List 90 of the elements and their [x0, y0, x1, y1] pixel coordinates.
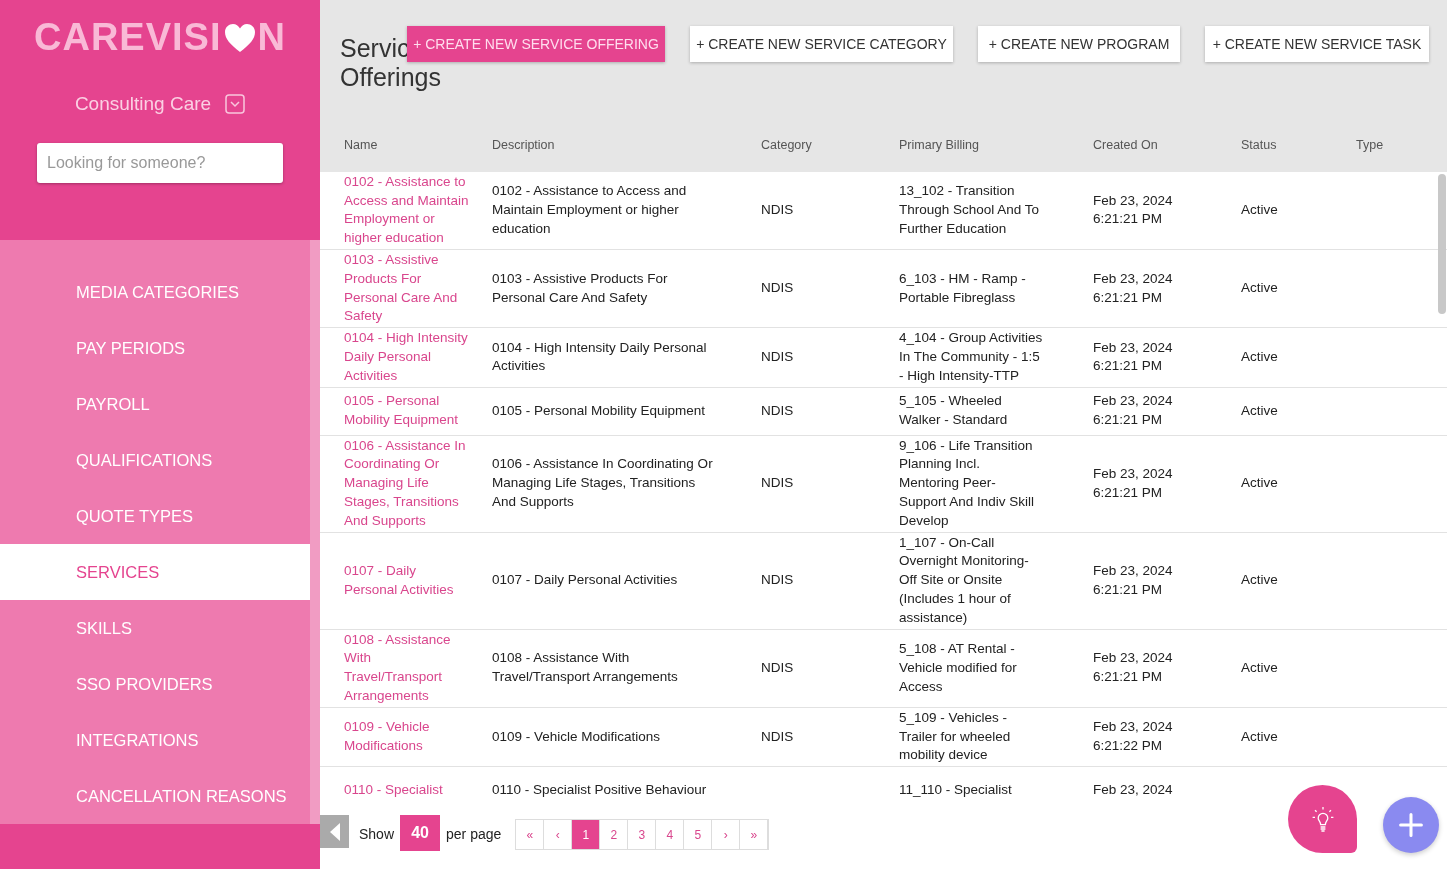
table-cell-text: Active — [1241, 474, 1279, 493]
nav-item[interactable]: CANCELLATION REASONS — [0, 768, 310, 824]
create-button[interactable]: + CREATE NEW SERVICE CATEGORY — [690, 26, 953, 62]
table-cell-text: 6_103 - HM - Ramp - Portable Fibreglass — [899, 269, 1027, 307]
column-header[interactable]: Primary Billing — [899, 137, 979, 152]
table-cell-text: Feb 23, 2024 6:21:22 PM — [1093, 718, 1174, 755]
service-link[interactable]: 0107 - Daily Personal Activities — [344, 561, 470, 600]
per-page-label: per page — [446, 826, 502, 843]
table-cell-text: Feb 23, 2024 6:21:21 PM — [1093, 392, 1174, 430]
column-header[interactable]: Category — [761, 137, 812, 152]
table-cell-text: NDIS — [761, 727, 795, 746]
scrollbar[interactable] — [1438, 173, 1446, 314]
show-label: Show — [359, 826, 395, 843]
nav-item[interactable]: SKILLS — [0, 600, 310, 656]
create-button[interactable]: + CREATE NEW SERVICE TASK — [1205, 26, 1429, 62]
table-cell-text: NDIS — [761, 658, 795, 677]
service-link[interactable]: 0109 - Vehicle Modifications — [344, 718, 470, 756]
page-title: Offerings — [340, 63, 441, 92]
table-cell-text: Feb 23, 2024 6:21:21 PM — [1093, 269, 1174, 307]
table-cell-text: Active — [1241, 279, 1279, 298]
table-cell-text: Active — [1241, 347, 1279, 366]
table-cell-text: 0107 - Daily Personal Activities — [492, 571, 679, 590]
logo-text: N — [257, 16, 286, 59]
create-button[interactable]: + CREATE NEW PROGRAM — [978, 26, 1180, 62]
nav-item[interactable]: PAYROLL — [0, 376, 310, 432]
table-cell-text: NDIS — [761, 401, 795, 420]
nav-item[interactable]: QUALIFICATIONS — [0, 432, 310, 488]
table-cell-text: Feb 23, 2024 — [1093, 781, 1174, 800]
plus-icon — [1398, 812, 1424, 838]
table-cell-text: Feb 23, 2024 6:21:21 PM — [1093, 649, 1174, 687]
table-cell-text: Active — [1241, 401, 1279, 420]
table-cell-text: 0110 - Specialist Positive Behaviour — [492, 781, 708, 800]
table-cell-text: 1_107 - On-Call Overnight Monitoring-Off Site or Onsite (Includes 1 hour of assistance) — [899, 533, 1030, 627]
table-cell-text: 0105 - Personal Mobility Equipment — [492, 401, 707, 420]
table-cell-text: Active — [1241, 201, 1279, 219]
table-cell-text: NDIS — [761, 571, 795, 590]
organisation-name: Consulting Care — [74, 93, 212, 115]
table-cell-text: Feb 23, 2024 6:21:21 PM — [1093, 338, 1174, 376]
table-cell-text: 5_109 - Vehicles - Trailer for wheeled mobility device — [899, 708, 1012, 765]
table-cell-text: NDIS — [761, 474, 795, 493]
logo-text: CAREVISI — [34, 16, 222, 59]
table-cell-text: Feb 23, 2024 6:21:21 PM — [1093, 191, 1174, 229]
nav-item[interactable]: MEDIA CATEGORIES — [0, 264, 310, 320]
table-cell-text: 11_110 - Specialist — [899, 781, 1013, 800]
table-cell-text: 0108 - Assistance With Travel/Transport Arrangements — [492, 649, 679, 687]
service-link[interactable]: 0102 - Assistance to Access and Maintain Employment or higher education — [344, 172, 470, 248]
nav-item[interactable]: INTEGRATIONS — [0, 712, 310, 768]
nav-item[interactable]: SSO PROVIDERS — [0, 656, 310, 712]
table-cell-text: 13_102 - Transition Through School And To Further Education — [899, 182, 1041, 238]
table-cell-text: Active — [1241, 658, 1279, 677]
service-link[interactable]: 0105 - Personal Mobility Equipment — [344, 392, 470, 430]
table-cell-text: 4_104 - Group Activities In The Community - 1:5 - High Intensity-TTP — [899, 329, 1043, 385]
service-link[interactable]: 0106 - Assistance In Coordinating Or Managing Life Stages, Transitions And Supports — [344, 436, 470, 531]
table-cell-text: NDIS — [761, 279, 795, 298]
service-link[interactable]: 0104 - High Intensity Daily Personal Activities — [344, 329, 470, 386]
service-link[interactable]: 0110 - Specialist — [344, 781, 470, 800]
table-cell-text: 0109 - Vehicle Modifications — [492, 727, 662, 746]
page-title: Servic — [340, 34, 410, 63]
triangle-left-icon — [328, 821, 341, 842]
service-link[interactable]: 0103 - Assistive Products For Personal Care And Safety — [344, 251, 470, 327]
nav-item[interactable]: QUOTE TYPES — [0, 488, 310, 544]
heart-icon — [222, 22, 257, 53]
nav-item[interactable]: SERVICES — [0, 544, 310, 600]
column-header[interactable]: Status — [1241, 137, 1277, 152]
chevron-down-icon[interactable] — [225, 94, 246, 114]
table-cell-text: 0106 - Assistance In Coordinating Or Managing Life Stages, Transitions And Supports — [492, 455, 714, 511]
table-cell-text: Feb 23, 2024 6:21:21 PM — [1093, 561, 1174, 599]
table-cell-text: Feb 23, 2024 6:21:21 PM — [1093, 464, 1174, 502]
table-cell-text: 9_106 - Life Transition Planning Incl. Mentoring Peer-Support And Indiv Skill Develop — [899, 436, 1036, 530]
nav-item[interactable]: PAY PERIODS — [0, 320, 310, 376]
table-cell-text: 5_108 - AT Rental - Vehicle modified for Access — [899, 639, 1018, 696]
table-cell-text: 0103 - Assistive Products For Personal Care And Safety — [492, 269, 669, 307]
create-button[interactable]: + CREATE NEW SERVICE OFFERING — [407, 26, 665, 62]
scrollbar[interactable] — [310, 240, 320, 824]
per-page-select[interactable]: 40 — [400, 815, 441, 852]
table-cell-text: Active — [1241, 571, 1279, 590]
table-cell-text: 0102 - Assistance to Access and Maintain Employment or higher education — [492, 182, 688, 238]
table-cell-text: 5_105 - Wheeled Walker - Standard — [899, 392, 1009, 430]
column-header[interactable]: Created On — [1093, 137, 1158, 152]
search-field[interactable]: Looking for someone? — [37, 143, 283, 183]
table-cell-text: NDIS — [761, 201, 795, 219]
table-cell-text: 0104 - High Intensity Daily Personal Activities — [492, 338, 708, 376]
collapse-sidebar-button[interactable] — [320, 815, 349, 849]
table-cell-text: Active — [1241, 727, 1279, 746]
column-header[interactable]: Description — [492, 137, 555, 152]
table-cell-text: NDIS — [761, 347, 795, 366]
column-header[interactable]: Name — [344, 137, 378, 152]
page-button[interactable]: 1 — [572, 820, 601, 850]
column-header[interactable]: Type — [1356, 137, 1384, 152]
service-link[interactable]: 0108 - Assistance With Travel/Transport Arrangements — [344, 630, 470, 706]
